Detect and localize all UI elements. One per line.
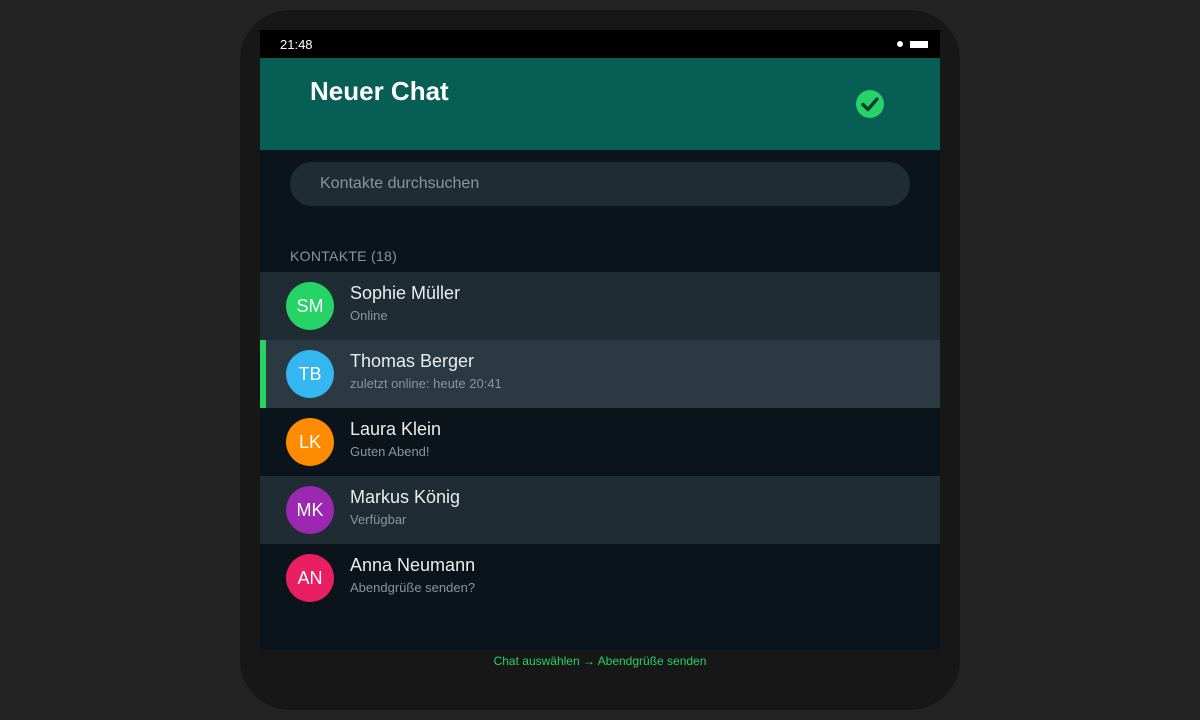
- avatar: SM: [286, 282, 334, 330]
- contact-row-sophie-mueller[interactable]: SM Sophie Müller Online: [260, 272, 940, 340]
- contact-name: Thomas Berger: [350, 351, 475, 371]
- selection-indicator: [260, 340, 266, 408]
- phone-frame: 21:48 Neuer Chat KONTAKTE (18) SM Sophie…: [240, 10, 960, 710]
- avatar: MK: [286, 486, 334, 534]
- instruction-hint: Chat auswählen → Abendgrüße senden: [493, 654, 707, 668]
- contact-name: Laura Klein: [350, 419, 442, 439]
- contact-row-anna-neumann[interactable]: AN Anna Neumann Abendgrüße senden?: [260, 544, 940, 612]
- contact-row-laura-klein[interactable]: LK Laura Klein Guten Abend!: [260, 408, 940, 476]
- contact-list: SM Sophie Müller Online TB Thomas Berger…: [260, 272, 940, 612]
- confirm-button[interactable]: [854, 88, 886, 120]
- status-bar: 21:48: [260, 30, 940, 58]
- search-input[interactable]: [290, 162, 910, 206]
- contact-row-markus-koenig[interactable]: MK Markus König Verfügbar: [260, 476, 940, 544]
- avatar: LK: [286, 418, 334, 466]
- battery-icon: [910, 41, 928, 48]
- app-bar: Neuer Chat: [260, 58, 940, 150]
- status-time: 21:48: [280, 37, 313, 52]
- check-circle-icon: [856, 90, 884, 118]
- contact-status: Verfügbar: [350, 512, 407, 527]
- avatar: TB: [286, 350, 334, 398]
- page-title: Neuer Chat: [310, 76, 449, 106]
- contacts-section-label: KONTAKTE (18): [290, 248, 398, 264]
- avatar: AN: [286, 554, 334, 602]
- contact-name: Anna Neumann: [350, 555, 476, 575]
- contact-name: Sophie Müller: [350, 283, 461, 303]
- search-bar: [260, 150, 940, 212]
- contact-status: Online: [350, 308, 388, 323]
- notification-dot-icon: [897, 41, 903, 47]
- phone-screen: 21:48 Neuer Chat KONTAKTE (18) SM Sophie…: [260, 30, 940, 650]
- contact-row-thomas-berger[interactable]: TB Thomas Berger zuletzt online: heute 2…: [260, 340, 940, 408]
- contact-status: Guten Abend!: [350, 444, 430, 459]
- contact-name: Markus König: [350, 487, 461, 507]
- contact-status: Abendgrüße senden?: [350, 580, 476, 595]
- contact-status: zuletzt online: heute 20:41: [350, 376, 502, 391]
